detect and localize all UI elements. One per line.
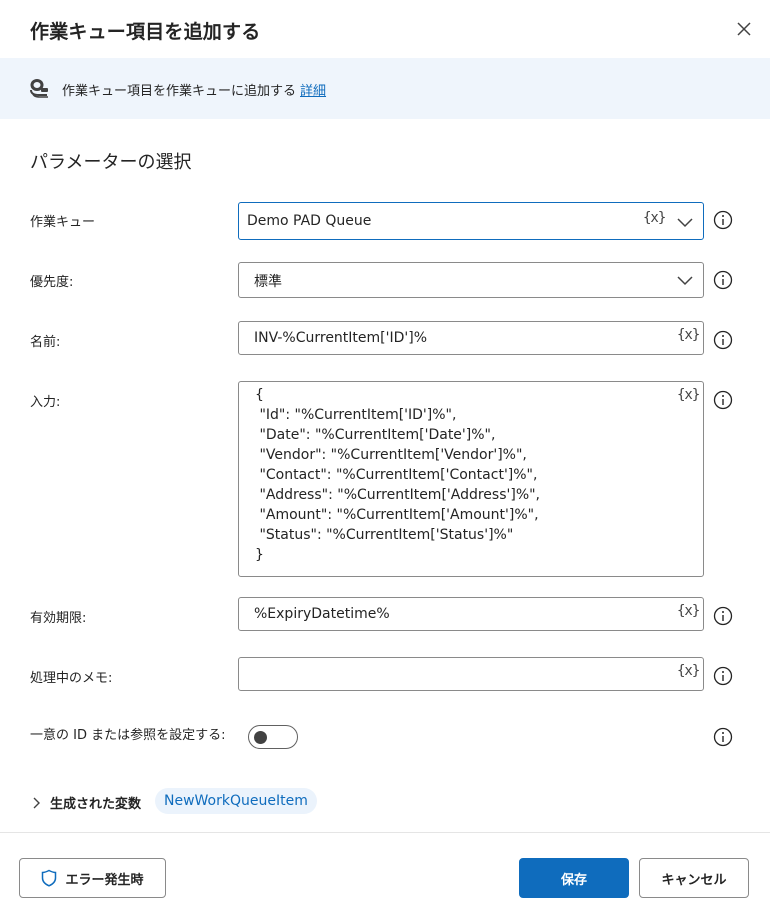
name-value: INV-%CurrentItem['ID']%: [254, 330, 427, 346]
input-variable-button[interactable]: {x}: [677, 387, 700, 403]
input-textarea[interactable]: { "Id": "%CurrentItem['ID']%", "Date": "…: [238, 381, 704, 577]
info-icon[interactable]: [713, 606, 733, 626]
chevron-down-icon[interactable]: [677, 273, 693, 287]
generated-variable-chip[interactable]: NewWorkQueueItem: [155, 788, 317, 814]
footer-divider: [0, 832, 770, 833]
generated-variables-label: 生成された変数: [50, 797, 142, 812]
expiry-label: 有効期限:: [30, 611, 87, 626]
chevron-down-icon[interactable]: [677, 215, 693, 229]
info-icon[interactable]: [713, 666, 733, 686]
unique-id-toggle[interactable]: [248, 725, 298, 749]
queue-dropdown[interactable]: Demo PAD Queue {x}: [238, 202, 704, 240]
cancel-button[interactable]: キャンセル: [639, 858, 749, 898]
input-label: 入力:: [30, 395, 61, 410]
on-error-button[interactable]: エラー発生時: [19, 858, 166, 898]
info-icon[interactable]: [713, 210, 733, 230]
on-error-label: エラー発生時: [65, 872, 144, 888]
chevron-right-icon: [33, 797, 40, 808]
details-link[interactable]: 詳細: [300, 84, 326, 99]
close-icon: [737, 22, 751, 36]
work-queue-icon: [30, 79, 48, 98]
expiry-input[interactable]: %ExpiryDatetime% {x}: [238, 597, 704, 631]
info-bar: 作業キュー項目を作業キューに追加する 詳細: [0, 58, 770, 119]
generated-variables-expander[interactable]: 生成された変数: [30, 793, 141, 812]
dialog-title: 作業キュー項目を追加する: [30, 21, 261, 43]
notes-variable-button[interactable]: {x}: [677, 663, 700, 679]
notes-input[interactable]: {x}: [238, 657, 704, 691]
queue-label: 作業キュー: [30, 215, 96, 230]
expiry-value: %ExpiryDatetime%: [254, 606, 390, 622]
expiry-variable-button[interactable]: {x}: [677, 603, 700, 619]
queue-value: Demo PAD Queue: [247, 213, 372, 229]
info-icon[interactable]: [713, 270, 733, 290]
name-label: 名前:: [30, 335, 61, 350]
priority-dropdown[interactable]: 標準: [238, 262, 704, 298]
queue-variable-button[interactable]: {x}: [643, 210, 666, 226]
toggle-knob: [254, 731, 267, 744]
add-work-queue-item-dialog: 作業キュー項目を追加する 作業キュー項目を作業キューに追加する 詳細 パラメーター…: [0, 0, 770, 919]
section-title: パラメーターの選択: [30, 152, 192, 173]
name-variable-button[interactable]: {x}: [677, 327, 700, 343]
notes-label: 処理中のメモ:: [30, 671, 113, 686]
unique-id-label: 一意の ID または参照を設定する:: [30, 728, 226, 743]
priority-label: 優先度:: [30, 275, 74, 290]
info-icon[interactable]: [713, 390, 733, 410]
info-icon[interactable]: [713, 330, 733, 350]
name-input[interactable]: INV-%CurrentItem['ID']% {x}: [238, 321, 704, 355]
info-description: 作業キュー項目を作業キューに追加する: [62, 84, 297, 99]
close-button[interactable]: [733, 18, 755, 40]
priority-value: 標準: [254, 274, 282, 290]
input-value: { "Id": "%CurrentItem['ID']%", "Date": "…: [255, 387, 541, 563]
info-icon[interactable]: [713, 727, 733, 747]
shield-icon: [42, 869, 57, 887]
save-button[interactable]: 保存: [519, 858, 629, 898]
info-text: 作業キュー項目を作業キューに追加する 詳細: [62, 80, 326, 99]
